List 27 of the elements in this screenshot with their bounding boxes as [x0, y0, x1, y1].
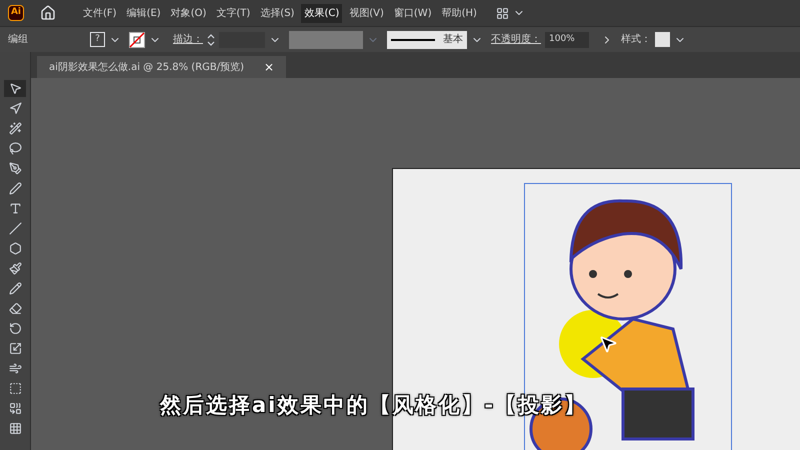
menu-item[interactable]: 编辑(E): [124, 4, 164, 22]
menu-item[interactable]: 效果(C): [301, 4, 342, 22]
mouse-cursor-icon: [598, 334, 618, 354]
stroke-stepper-icon[interactable]: [207, 32, 215, 46]
menu-item[interactable]: 文字(T): [213, 4, 254, 22]
menu-item[interactable]: 视图(V): [346, 4, 387, 22]
style-label: 样式：: [621, 32, 651, 47]
menu-item[interactable]: 文件(F): [80, 4, 120, 22]
document-tab[interactable]: ai阴影效果怎么做.ai @ 25.8% (RGB/预览) ×: [37, 56, 286, 78]
selection-type-label: 编组: [8, 32, 29, 47]
menu-item[interactable]: 选择(S): [257, 4, 298, 22]
document-title: ai阴影效果怎么做.ai @ 25.8% (RGB/预览): [49, 60, 244, 74]
app-logo: Ai: [8, 5, 24, 21]
variable-width-field[interactable]: [289, 30, 363, 48]
menu-item[interactable]: 对象(O): [168, 4, 210, 22]
workspace-switcher-icon[interactable]: [496, 6, 509, 20]
graphic-style-swatch[interactable]: [655, 32, 670, 47]
opacity-label: 不透明度：: [491, 32, 541, 47]
menu-item[interactable]: 窗口(W): [390, 4, 435, 22]
close-tab-button[interactable]: ×: [264, 58, 274, 76]
stroke-profile-dropdown[interactable]: 基本: [387, 30, 467, 48]
opacity-field[interactable]: 100%: [545, 32, 589, 48]
menu-item[interactable]: 帮助(H): [438, 4, 480, 22]
stroke-none-swatch[interactable]: [129, 32, 145, 48]
fill-swatch[interactable]: ?: [90, 32, 105, 47]
home-icon[interactable]: [40, 5, 56, 21]
stroke-label: 描边：: [173, 32, 203, 47]
